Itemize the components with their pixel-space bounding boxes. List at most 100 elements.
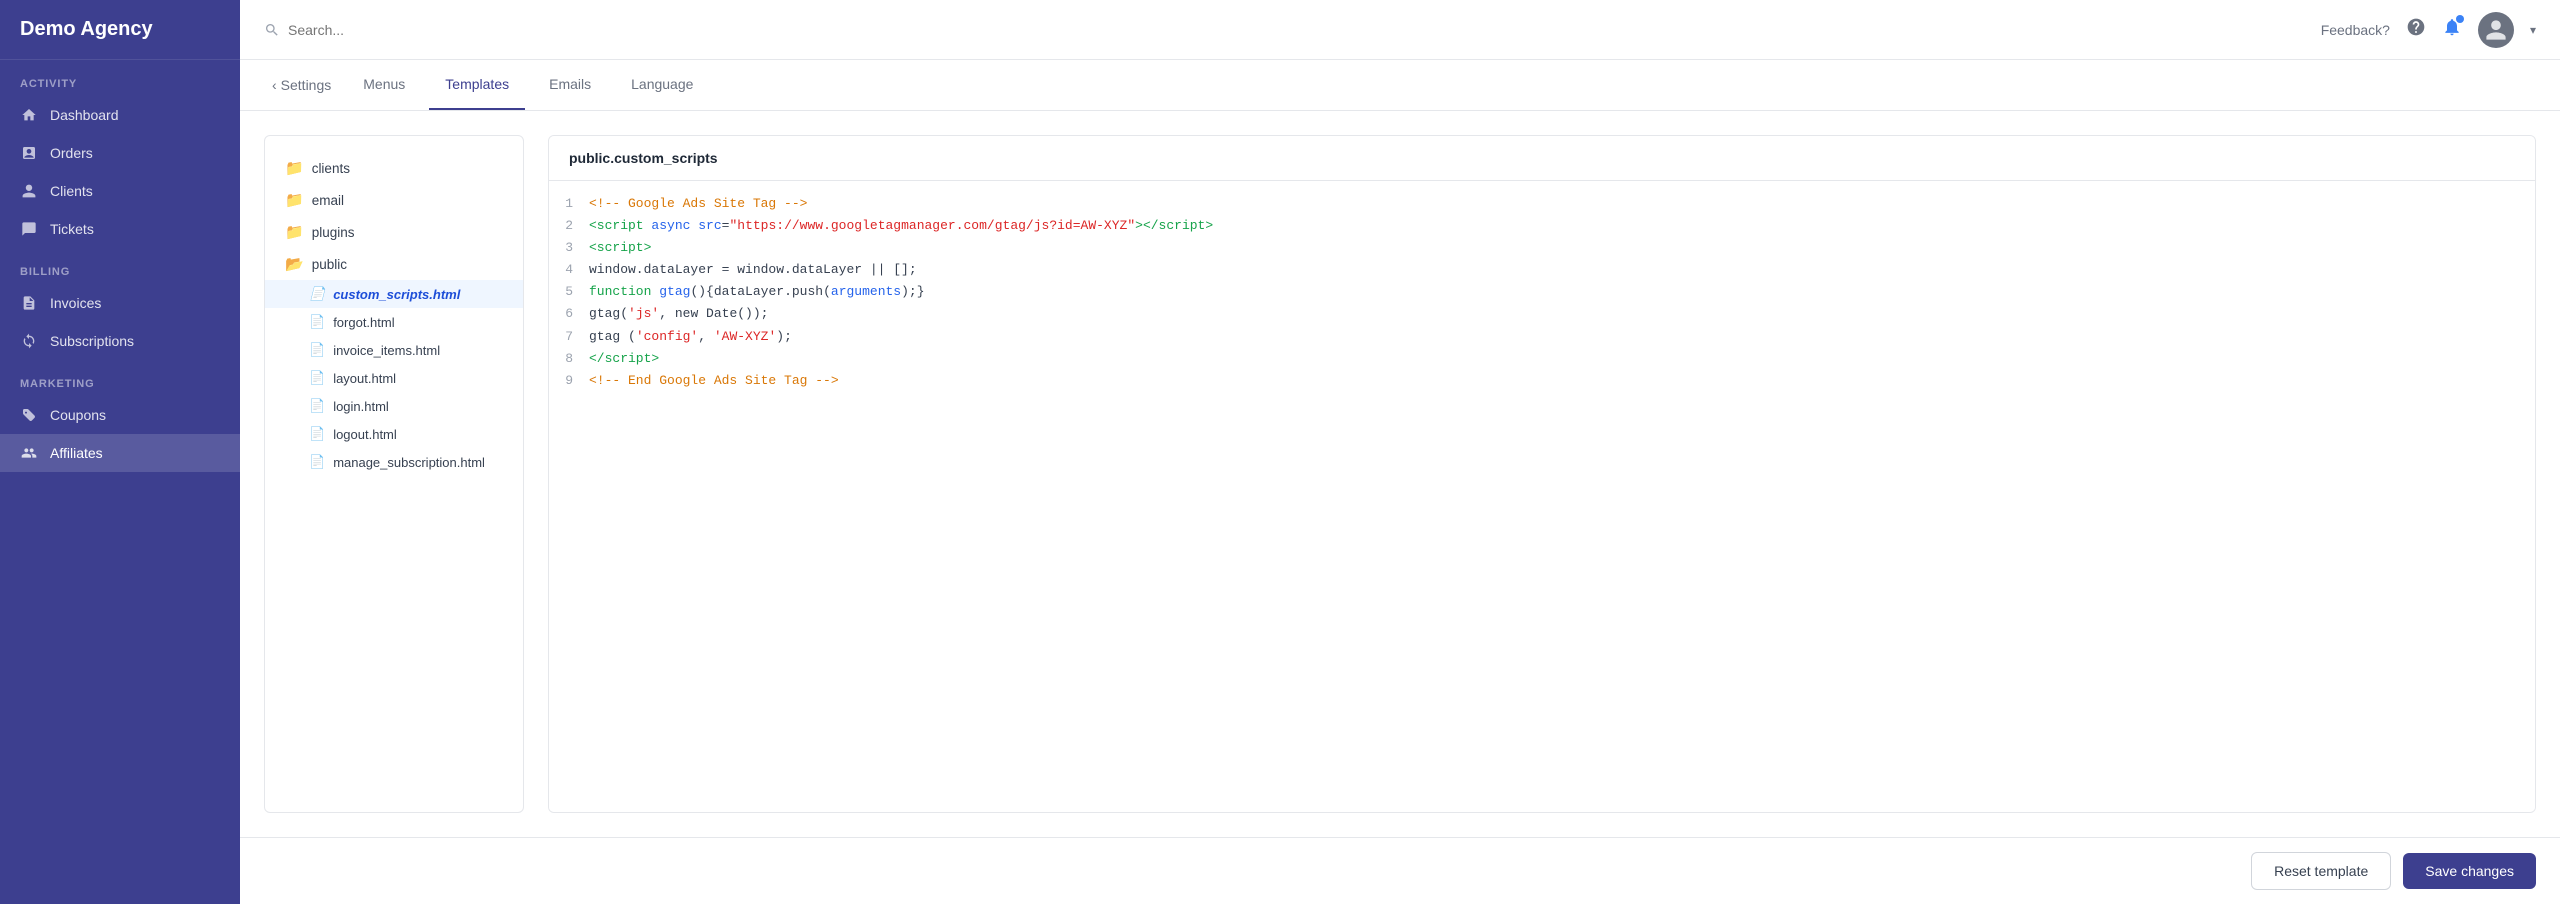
sidebar-item-affiliates[interactable]: Affiliates bbox=[0, 434, 240, 472]
sidebar-item-dashboard[interactable]: Dashboard bbox=[0, 96, 240, 134]
action-bar: Reset template Save changes bbox=[240, 837, 2560, 904]
sidebar-item-subscriptions[interactable]: Subscriptions bbox=[0, 322, 240, 360]
file-label: login.html bbox=[333, 399, 389, 414]
code-line: 3<script> bbox=[549, 237, 2535, 259]
file-tree: 📁 clients 📁 email 📁 plugins 📂 public 📄 bbox=[264, 135, 524, 813]
code-line: 2<script async src="https://www.googleta… bbox=[549, 215, 2535, 237]
line-number: 8 bbox=[549, 348, 589, 370]
code-line: 5function gtag(){dataLayer.push(argument… bbox=[549, 281, 2535, 303]
reset-template-button[interactable]: Reset template bbox=[2251, 852, 2391, 890]
file-icon: 📄 bbox=[309, 314, 325, 330]
file-icon: 📄 bbox=[309, 398, 325, 414]
line-code: <script async src="https://www.googletag… bbox=[589, 215, 1213, 237]
notifications-icon[interactable] bbox=[2442, 17, 2462, 42]
line-number: 3 bbox=[549, 237, 589, 259]
tab-emails[interactable]: Emails bbox=[533, 60, 607, 110]
code-line: 9<!-- End Google Ads Site Tag --> bbox=[549, 370, 2535, 392]
folder-icon: 📁 bbox=[285, 159, 304, 177]
file-logout[interactable]: 📄 logout.html bbox=[265, 420, 523, 448]
code-line: 8</script> bbox=[549, 348, 2535, 370]
sidebar-item-orders[interactable]: Orders bbox=[0, 134, 240, 172]
file-label: manage_subscription.html bbox=[333, 455, 485, 470]
code-line: 4window.dataLayer = window.dataLayer || … bbox=[549, 259, 2535, 281]
tickets-icon bbox=[20, 220, 38, 238]
line-number: 9 bbox=[549, 370, 589, 392]
line-code: </script> bbox=[589, 348, 659, 370]
folder-label: clients bbox=[312, 161, 350, 176]
line-number: 6 bbox=[549, 303, 589, 325]
folder-label: public bbox=[312, 257, 347, 272]
tabs-bar: ‹ Settings Menus Templates Emails Langua… bbox=[240, 60, 2560, 111]
sidebar-item-label: Subscriptions bbox=[50, 333, 134, 349]
folder-icon: 📁 bbox=[285, 223, 304, 241]
content-area: 📁 clients 📁 email 📁 plugins 📂 public 📄 bbox=[240, 111, 2560, 904]
file-login[interactable]: 📄 login.html bbox=[265, 392, 523, 420]
line-number: 5 bbox=[549, 281, 589, 303]
line-code: <!-- Google Ads Site Tag --> bbox=[589, 193, 807, 215]
tab-language[interactable]: Language bbox=[615, 60, 709, 110]
editor-area: 📁 clients 📁 email 📁 plugins 📂 public 📄 bbox=[240, 111, 2560, 837]
sidebar-item-label: Invoices bbox=[50, 295, 101, 311]
file-layout[interactable]: 📄 layout.html bbox=[265, 364, 523, 392]
line-code: <!-- End Google Ads Site Tag --> bbox=[589, 370, 839, 392]
sidebar-item-label: Dashboard bbox=[50, 107, 119, 123]
folder-label: plugins bbox=[312, 225, 355, 240]
sidebar-item-label: Coupons bbox=[50, 407, 106, 423]
folder-clients[interactable]: 📁 clients bbox=[265, 152, 523, 184]
file-forgot[interactable]: 📄 forgot.html bbox=[265, 308, 523, 336]
code-panel: public.custom_scripts 1<!-- Google Ads S… bbox=[548, 135, 2536, 813]
back-arrow-icon: ‹ bbox=[272, 77, 277, 93]
search-input[interactable] bbox=[288, 22, 488, 38]
sidebar-item-label: Tickets bbox=[50, 221, 94, 237]
file-icon: 📄 bbox=[309, 370, 325, 386]
section-label-marketing: MARKETING bbox=[0, 360, 240, 396]
file-icon: 📄 bbox=[309, 454, 325, 470]
sidebar-item-clients[interactable]: Clients bbox=[0, 172, 240, 210]
line-number: 7 bbox=[549, 326, 589, 348]
file-custom-scripts[interactable]: 📄 custom_scripts.html bbox=[265, 280, 523, 308]
folder-label: email bbox=[312, 193, 344, 208]
avatar[interactable] bbox=[2478, 12, 2514, 48]
tab-back-settings[interactable]: ‹ Settings bbox=[264, 61, 339, 109]
home-icon bbox=[20, 106, 38, 124]
sidebar-item-coupons[interactable]: Coupons bbox=[0, 396, 240, 434]
folder-plugins[interactable]: 📁 plugins bbox=[265, 216, 523, 248]
file-label: invoice_items.html bbox=[333, 343, 440, 358]
folder-icon: 📁 bbox=[285, 191, 304, 209]
avatar-dropdown-icon[interactable]: ▾ bbox=[2530, 23, 2536, 37]
code-title: public.custom_scripts bbox=[549, 136, 2535, 181]
code-line: 7gtag ('config', 'AW-XYZ'); bbox=[549, 326, 2535, 348]
file-invoice-items[interactable]: 📄 invoice_items.html bbox=[265, 336, 523, 364]
section-label-billing: BILLING bbox=[0, 248, 240, 284]
code-body[interactable]: 1<!-- Google Ads Site Tag -->2<script as… bbox=[549, 181, 2535, 812]
tab-templates[interactable]: Templates bbox=[429, 60, 525, 110]
invoices-icon bbox=[20, 294, 38, 312]
sidebar-item-invoices[interactable]: Invoices bbox=[0, 284, 240, 322]
section-label-activity: ACTIVITY bbox=[0, 60, 240, 96]
notification-badge bbox=[2456, 15, 2464, 23]
save-changes-button[interactable]: Save changes bbox=[2403, 853, 2536, 889]
orders-icon bbox=[20, 144, 38, 162]
file-icon: 📄 bbox=[309, 286, 325, 302]
tab-back-label: Settings bbox=[281, 77, 332, 93]
clients-icon bbox=[20, 182, 38, 200]
tab-menus[interactable]: Menus bbox=[347, 60, 421, 110]
file-label: custom_scripts.html bbox=[333, 287, 460, 302]
sidebar-item-label: Clients bbox=[50, 183, 93, 199]
folder-open-icon: 📂 bbox=[285, 255, 304, 273]
file-manage-subscription[interactable]: 📄 manage_subscription.html bbox=[265, 448, 523, 476]
file-label: layout.html bbox=[333, 371, 396, 386]
code-line: 1<!-- Google Ads Site Tag --> bbox=[549, 193, 2535, 215]
search-icon bbox=[264, 22, 280, 38]
line-code: <script> bbox=[589, 237, 651, 259]
folder-email[interactable]: 📁 email bbox=[265, 184, 523, 216]
search-box[interactable] bbox=[264, 22, 2305, 38]
sidebar-item-tickets[interactable]: Tickets bbox=[0, 210, 240, 248]
folder-public[interactable]: 📂 public bbox=[265, 248, 523, 280]
feedback-button[interactable]: Feedback? bbox=[2321, 22, 2390, 38]
help-icon[interactable] bbox=[2406, 17, 2426, 42]
topbar-right: Feedback? ▾ bbox=[2321, 12, 2536, 48]
topbar: Feedback? ▾ bbox=[240, 0, 2560, 60]
brand-title: Demo Agency bbox=[0, 0, 240, 60]
line-number: 1 bbox=[549, 193, 589, 215]
